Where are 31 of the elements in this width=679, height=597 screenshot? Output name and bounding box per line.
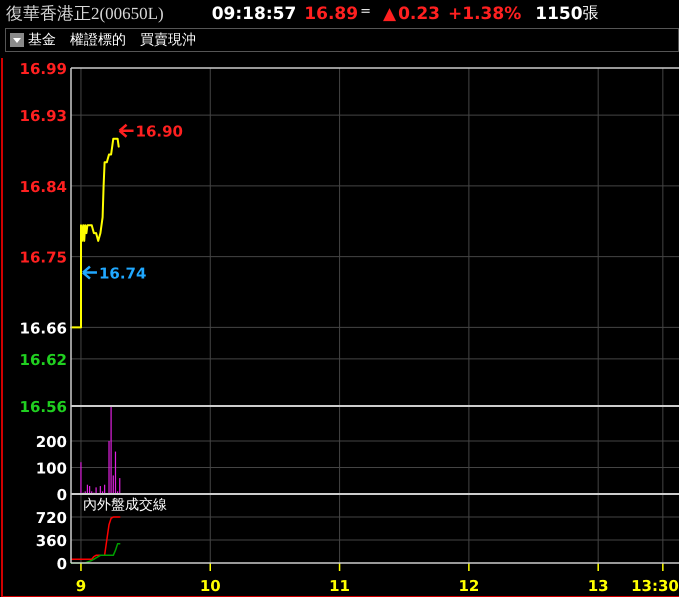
last-price: 16.89 — [304, 4, 358, 24]
axis-tick-label: 16.62 — [20, 350, 67, 369]
change-sign: ▲ — [382, 4, 396, 24]
volume-value: 1150 — [535, 4, 583, 24]
quote-time: 09:18:57 — [212, 4, 296, 24]
axis-tick-label: 12 — [458, 577, 480, 595]
price-change: 0.23 — [398, 4, 440, 24]
axis-tick-label: 100 — [36, 460, 67, 478]
change-percent: +1.38% — [448, 4, 522, 24]
axis-tick-label: 720 — [36, 509, 67, 527]
axis-tick-label: 16.99 — [20, 60, 67, 78]
axis-tick-label: 0 — [56, 486, 67, 504]
axis-tick-label: 360 — [36, 532, 67, 550]
axis-tick-label: 16.66 — [20, 319, 67, 338]
axis-tick-label: 9 — [76, 577, 86, 595]
axis-tick-label: 13 — [588, 577, 609, 595]
price-annotation-label: 16.74 — [98, 264, 146, 282]
axis-tick-label: 16.75 — [20, 248, 67, 267]
price-marker: = — [360, 4, 371, 19]
axis-tick-label: 16.93 — [20, 107, 67, 126]
axis-tick-label: 0 — [56, 555, 67, 573]
volume-unit: 張 — [582, 3, 599, 24]
price-annotation-label: 16.90 — [136, 122, 183, 141]
axis-tick-label: 13:30 — [631, 577, 679, 595]
axis-tick-label: 16.84 — [20, 178, 67, 196]
chart-title: 內外盤成交線 — [83, 497, 167, 513]
axis-tick-label: 16.56 — [20, 398, 67, 416]
axis-tick-label: 11 — [329, 577, 350, 595]
axis-tick-label: 10 — [200, 577, 221, 595]
axis-tick-label: 200 — [36, 433, 67, 451]
stock-name: 復華香港正2(00650L) — [6, 3, 164, 25]
